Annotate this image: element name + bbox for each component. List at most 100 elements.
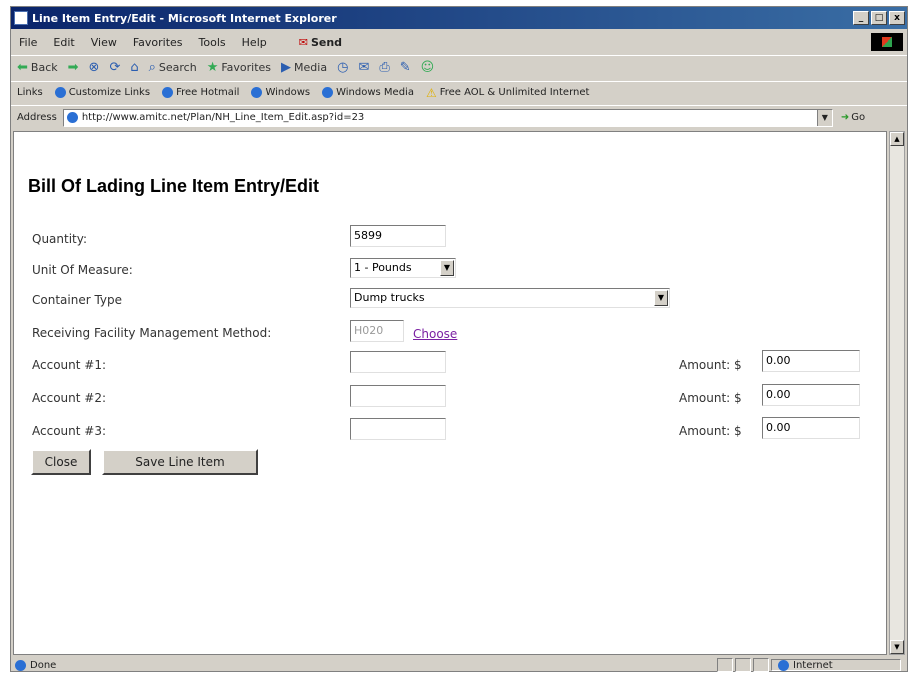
send-icon: ✉ [298,35,308,49]
amount3-label: Amount: $ [679,424,742,438]
go-label: Go [851,112,866,123]
uom-select[interactable]: 1 - Pounds ▼ [350,258,456,278]
maximize-button[interactable]: □ [871,11,887,25]
back-button[interactable]: ⬅ Back [17,60,58,75]
ie-page-icon [54,87,66,98]
page-content [13,131,887,655]
send-label: Send [310,35,343,49]
close-window-button[interactable]: x [889,11,905,25]
close-button[interactable]: Close [31,449,91,475]
standard-toolbar: ⬅ Back ➡ ⊗ ⟳ ⌂ ⌕ Search ★ Favorites ▶ Me… [11,55,907,79]
link-windows[interactable]: Windows [251,87,310,98]
ie-page-icon [162,87,174,98]
status-cell [717,658,733,672]
window-title: Line Item Entry/Edit - Microsoft Interne… [32,11,337,25]
account2-input[interactable] [350,385,446,407]
amount2-input[interactable]: 0.00 [762,384,860,406]
quantity-input[interactable]: 5899 [350,225,446,247]
favorites-label: Favorites [221,61,272,74]
address-label: Address [17,112,57,123]
forward-button[interactable]: ➡ [68,60,79,75]
messenger-icon: ☺ [420,60,435,75]
title-bar: Line Item Entry/Edit - Microsoft Interne… [11,7,907,29]
account2-label: Account #2: [32,391,106,405]
amount2-label: Amount: $ [679,391,742,405]
link-aol[interactable]: ⚠ Free AOL & Unlimited Internet [426,86,589,100]
home-button[interactable]: ⌂ [130,60,138,75]
account3-label: Account #3: [32,424,106,438]
page-title: Bill Of Lading Line Item Entry/Edit [28,176,320,196]
menu-edit[interactable]: Edit [45,36,82,49]
address-input[interactable]: http://www.amitc.net/Plan/NH_Line_Item_E… [62,108,833,127]
stop-button[interactable]: ⊗ [89,60,100,75]
history-button[interactable]: ◷ [337,60,348,75]
menu-favorites[interactable]: Favorites [125,36,191,49]
menu-view[interactable]: View [83,36,125,49]
choose-link[interactable]: Choose [413,327,457,341]
quantity-label: Quantity: [32,232,88,246]
link-hotmail-label: Free Hotmail [176,87,240,98]
favorites-icon: ★ [206,60,219,75]
amount1-label: Amount: $ [679,358,742,372]
ie-page-icon [251,87,263,98]
messenger-button[interactable]: ☺ [421,60,435,75]
stop-icon: ⊗ [88,60,100,75]
management-method-label: Receiving Facility Management Method: [32,326,272,340]
scroll-down-icon[interactable]: ▼ [890,640,904,654]
minimize-button[interactable]: _ [853,11,869,25]
status-bar: Done Internet [11,657,907,673]
mail-button[interactable]: ✉ [358,60,369,75]
home-icon: ⌂ [130,60,139,75]
uom-value: 1 - Pounds [354,261,412,274]
media-icon: ▶ [281,60,292,75]
media-button[interactable]: ▶ Media [281,60,327,75]
print-button[interactable]: ⎙ [379,60,389,75]
management-method-input: H020 [350,320,404,342]
link-customize[interactable]: Customize Links [54,87,151,98]
container-type-value: Dump trucks [354,291,425,304]
windows-logo-icon [871,33,903,51]
edit-button[interactable]: ✎ [400,60,411,75]
amount3-input[interactable]: 0.00 [762,417,860,439]
account1-input[interactable] [350,351,446,373]
favorites-button[interactable]: ★ Favorites [207,60,271,75]
vertical-scrollbar[interactable]: ▲ ▼ [889,131,905,655]
ie-page-icon [66,112,78,123]
menu-help[interactable]: Help [234,36,275,49]
address-bar: Address http://www.amitc.net/Plan/NH_Lin… [11,105,907,129]
link-windows-media-label: Windows Media [336,87,414,98]
back-label: Back [30,61,58,74]
save-line-item-button[interactable]: Save Line Item [102,449,258,475]
links-bar: Links Customize Links Free Hotmail Windo… [11,81,907,103]
edit-icon: ✎ [399,60,411,75]
links-label: Links [17,87,43,98]
link-windows-media[interactable]: Windows Media [322,87,414,98]
container-type-dropdown-icon[interactable]: ▼ [654,290,668,306]
menu-bar: File Edit View Favorites Tools Help ✉ Se… [11,31,907,53]
forward-arrow-icon: ➡ [67,60,79,75]
link-customize-label: Customize Links [68,87,151,98]
print-icon: ⎙ [379,60,390,75]
security-zone: Internet [771,659,901,671]
address-dropdown-icon[interactable]: ▼ [816,109,832,126]
mail-icon: ✉ [358,60,370,75]
container-type-select[interactable]: Dump trucks ▼ [350,288,670,308]
done-page-icon [15,659,26,671]
go-button[interactable]: ➜ Go [841,112,865,123]
uom-label: Unit Of Measure: [32,263,133,277]
link-hotmail[interactable]: Free Hotmail [162,87,239,98]
ie-icon [14,11,28,25]
search-button[interactable]: ⌕ Search [149,60,197,75]
refresh-button[interactable]: ⟳ [109,60,120,75]
send-button[interactable]: ✉ Send [291,36,350,49]
status-cell [753,658,769,672]
account3-input[interactable] [350,418,446,440]
menu-tools[interactable]: Tools [191,36,234,49]
refresh-icon: ⟳ [109,60,121,75]
scroll-up-icon[interactable]: ▲ [890,132,904,146]
menu-file[interactable]: File [11,36,45,49]
status-cell [735,658,751,672]
amount1-input[interactable]: 0.00 [762,350,860,372]
uom-dropdown-icon[interactable]: ▼ [440,260,454,276]
search-label: Search [158,61,197,74]
